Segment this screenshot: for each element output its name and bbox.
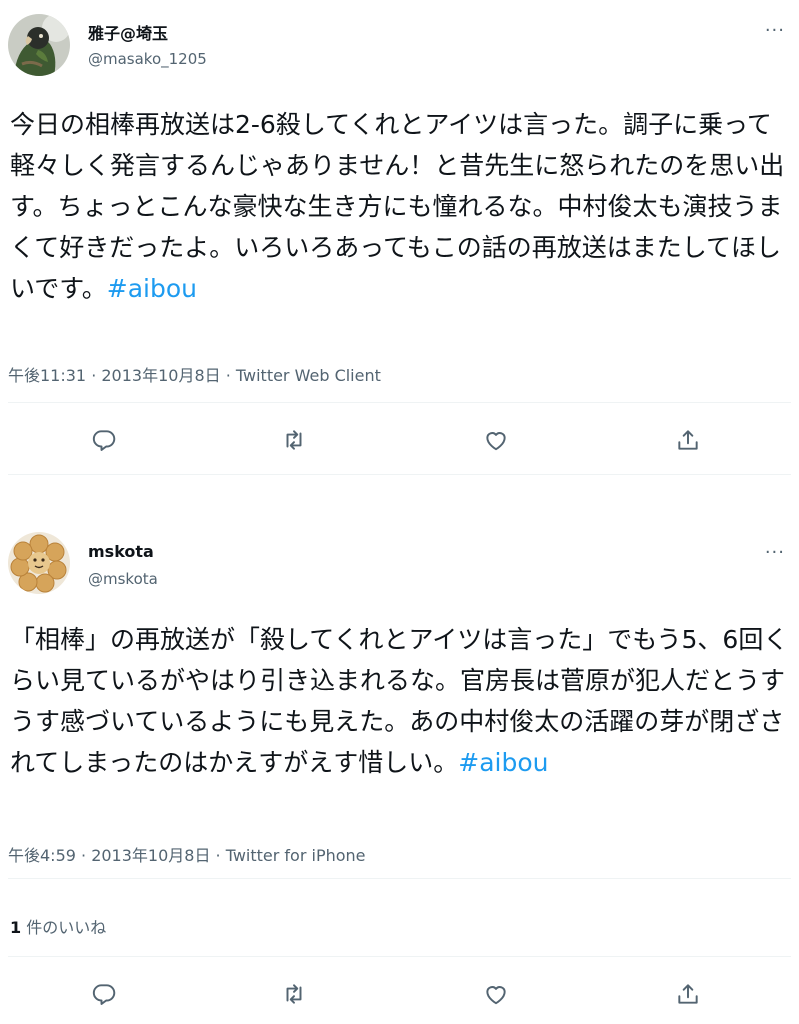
tweet-timestamp[interactable]: 午後4:59 · 2013年10月8日 · Twitter for iPhone <box>8 842 366 866</box>
reply-icon <box>92 430 116 451</box>
tweet-text: 今日の相棒再放送は2-6殺してくれとアイツは言った。調子に乗って軽々しく発言する… <box>10 104 790 309</box>
reply-button[interactable] <box>84 420 124 460</box>
share-button[interactable] <box>668 974 708 1014</box>
display-name[interactable]: 雅子@埼玉 <box>88 20 168 44</box>
display-name[interactable]: mskota <box>88 542 154 561</box>
more-options-icon[interactable]: ··· <box>765 542 785 563</box>
heart-icon <box>486 432 506 451</box>
tweet-2[interactable]: mskota @mskota ··· 「相棒」の再放送が「殺してくれとアイツは言… <box>0 522 799 1024</box>
retweet-button[interactable] <box>274 974 314 1014</box>
likes-count[interactable]: 1 件のいいね <box>10 914 106 938</box>
divider <box>8 956 791 957</box>
share-icon <box>678 430 698 450</box>
likes-label: 件のいいね <box>21 918 107 937</box>
divider <box>8 878 791 879</box>
share-button[interactable] <box>668 420 708 460</box>
divider <box>8 402 791 403</box>
divider <box>8 474 791 475</box>
share-icon <box>678 984 698 1004</box>
heart-icon <box>486 986 506 1005</box>
hashtag-link[interactable]: #aibou <box>107 274 197 303</box>
retweet-icon <box>286 984 302 1004</box>
reply-icon <box>92 984 116 1005</box>
avatar-donut[interactable] <box>8 532 70 594</box>
likes-number: 1 <box>10 918 22 937</box>
retweet-button[interactable] <box>274 420 314 460</box>
reply-button[interactable] <box>84 974 124 1014</box>
tweet-body: 「相棒」の再放送が「殺してくれとアイツは言った」でもう5、6回くらい見ているがや… <box>10 625 789 777</box>
retweet-icon <box>286 430 302 450</box>
tweet-text: 「相棒」の再放送が「殺してくれとアイツは言った」でもう5、6回くらい見ているがや… <box>10 619 790 783</box>
avatar-parrot[interactable] <box>8 14 70 76</box>
user-handle[interactable]: @mskota <box>88 570 158 588</box>
hashtag-link[interactable]: #aibou <box>458 748 548 777</box>
tweet-timestamp[interactable]: 午後11:31 · 2013年10月8日 · Twitter Web Clien… <box>8 362 381 386</box>
action-bar <box>0 420 799 460</box>
tweet-1[interactable]: 雅子@埼玉 @masako_1205 ··· 今日の相棒再放送は2-6殺してくれ… <box>0 0 799 478</box>
action-bar <box>0 974 799 1014</box>
tweet-thread: 雅子@埼玉 @masako_1205 ··· 今日の相棒再放送は2-6殺してくれ… <box>0 0 799 1024</box>
like-button[interactable] <box>476 420 516 460</box>
user-handle[interactable]: @masako_1205 <box>88 50 207 68</box>
more-options-icon[interactable]: ··· <box>765 20 785 41</box>
like-button[interactable] <box>476 974 516 1014</box>
